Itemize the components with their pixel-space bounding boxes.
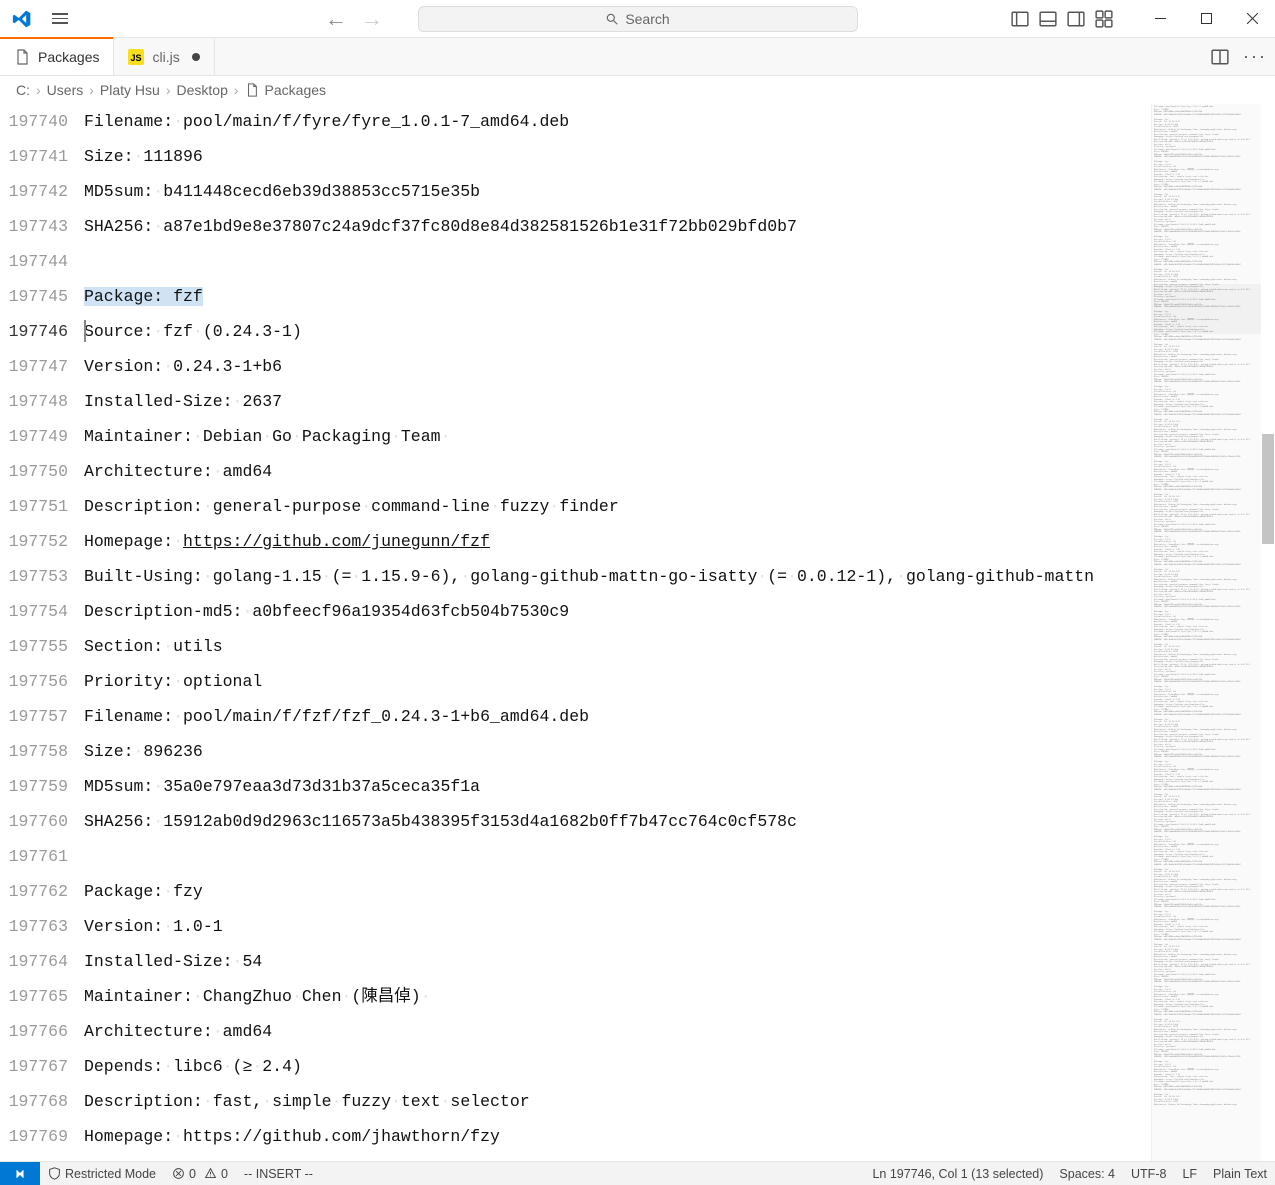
breadcrumb-separator: › <box>89 82 94 98</box>
code-line[interactable]: Section:·utils <box>84 629 1151 664</box>
code-line[interactable]: Built-Using:·golang-1.15·(=·1.15.9-6),·g… <box>84 559 1151 594</box>
vscode-logo-icon <box>12 9 32 29</box>
editor[interactable]: 1977401977411977421977431977441977451977… <box>0 104 1151 1161</box>
maximize-button[interactable] <box>1183 0 1229 38</box>
code-line[interactable]: Architecture:·amd64 <box>84 454 1151 489</box>
customize-layout-icon[interactable] <box>1095 10 1113 28</box>
restricted-mode[interactable]: Restricted Mode <box>40 1162 164 1185</box>
code-line[interactable]: Description:·general-purpose·command-lin… <box>84 489 1151 524</box>
close-button[interactable] <box>1229 0 1275 38</box>
tab-label: Packages <box>38 49 99 65</box>
toggle-sidebar-right-icon[interactable] <box>1067 10 1085 28</box>
breadcrumb-segment[interactable]: Packages <box>265 82 326 98</box>
tab-label: cli.js <box>152 49 179 65</box>
error-icon <box>172 1167 185 1180</box>
language-mode[interactable]: Plain Text <box>1205 1162 1275 1185</box>
code-line[interactable]: SHA256:·a87e1bd9e8e37807c24a9dcf37fc80d8… <box>84 209 1151 244</box>
search-icon <box>605 12 619 26</box>
svg-text:JS: JS <box>131 53 142 63</box>
error-count: 0 <box>189 1167 196 1181</box>
nav-back-button[interactable]: ← <box>325 6 347 32</box>
code-line[interactable]: MD5sum:·35a0e797eaa3d73d31b37a5ceca35f1a <box>84 769 1151 804</box>
code-line[interactable]: Package:·fzy <box>84 874 1151 909</box>
encoding[interactable]: UTF-8 <box>1123 1162 1174 1185</box>
breadcrumb-separator: › <box>36 82 41 98</box>
code-line[interactable]: Source:·fzf·(0.24.3-1) <box>84 314 1151 349</box>
code-line[interactable]: Depends:·libc6·(≥·2.4) <box>84 1049 1151 1084</box>
code-line[interactable]: Installed-Size:·2637 <box>84 384 1151 419</box>
code-line[interactable]: SHA256:·15912ab0d9d2963c116573a5b438395f… <box>84 804 1151 839</box>
breadcrumb-segment[interactable]: Platy Hsu <box>100 82 160 98</box>
breadcrumb-segment[interactable]: Users <box>47 82 84 98</box>
breadcrumb-separator: › <box>234 82 239 98</box>
breadcrumb-segment[interactable]: Desktop <box>177 82 228 98</box>
titlebar: ← → Search <box>0 0 1275 38</box>
file-icon <box>14 49 30 65</box>
tab-packages[interactable]: Packages <box>0 38 114 75</box>
code-line[interactable]: Maintainer:·ChangZhuo·Chen·(陳昌倬)· <box>84 979 1151 1014</box>
line-numbers: 1977401977411977421977431977441977451977… <box>0 104 84 1161</box>
problems-button[interactable]: 0 0 <box>164 1162 236 1185</box>
code-line[interactable] <box>84 839 1151 874</box>
indentation[interactable]: Spaces: 4 <box>1051 1162 1123 1185</box>
status-bar: Restricted Mode 0 0 -- INSERT -- Ln 1977… <box>0 1161 1275 1185</box>
minimap[interactable]: Filename: pool/main/f/fyre/fyre_1.0.1-7_… <box>1151 104 1261 1161</box>
code-line[interactable]: Homepage:·https://github.com/junegunn/fz… <box>84 524 1151 559</box>
scrollbar[interactable] <box>1261 104 1275 1161</box>
code-line[interactable]: Description-md5:·a0bfeecf96a19354d63fcb5… <box>84 594 1151 629</box>
code-line[interactable]: Architecture:·amd64 <box>84 1014 1151 1049</box>
editor-content[interactable]: Filename:·pool/main/f/fyre/fyre_1.0.1-7_… <box>84 104 1151 1161</box>
toggle-sidebar-left-icon[interactable] <box>1011 10 1029 28</box>
code-line[interactable]: Version:·1.0-1 <box>84 909 1151 944</box>
search-input[interactable]: Search <box>418 6 858 32</box>
js-file-icon: JS <box>128 49 144 65</box>
code-line[interactable]: Package:·fzf <box>84 279 1151 314</box>
code-line[interactable]: Size:·896236 <box>84 734 1151 769</box>
file-icon <box>245 83 259 97</box>
code-line[interactable]: Size:·111896 <box>84 139 1151 174</box>
code-line[interactable]: MD5sum:·b411448cecd6eb39d38853cc5715e35b <box>84 174 1151 209</box>
code-line[interactable]: Filename:·pool/main/f/fzf/fzf_0.24.3-1+b… <box>84 699 1151 734</box>
toggle-panel-icon[interactable] <box>1039 10 1057 28</box>
shield-icon <box>48 1167 61 1180</box>
menu-button[interactable] <box>52 13 68 24</box>
vim-mode: -- INSERT -- <box>236 1162 321 1185</box>
breadcrumb-segment[interactable]: C: <box>16 82 30 98</box>
warning-icon <box>204 1167 217 1180</box>
nav-forward-button[interactable]: → <box>361 6 383 32</box>
tab-cli-js[interactable]: JS cli.js <box>114 38 214 75</box>
more-actions-button[interactable]: ··· <box>1243 46 1267 67</box>
code-line[interactable]: Version:·0.24.3-1+b6 <box>84 349 1151 384</box>
breadcrumb-separator: › <box>166 82 171 98</box>
minimize-button[interactable] <box>1137 0 1183 38</box>
code-line[interactable] <box>84 244 1151 279</box>
remote-button[interactable] <box>0 1162 40 1185</box>
minimap-viewport[interactable] <box>1152 284 1261 334</box>
warning-count: 0 <box>221 1167 228 1181</box>
split-editor-icon[interactable] <box>1211 48 1229 66</box>
url-link[interactable]: https://github.com/junegunn/fzf <box>183 532 490 551</box>
restricted-label: Restricted Mode <box>65 1167 156 1181</box>
code-line[interactable]: Description:·fast,·simple·fuzzy·text·sel… <box>84 1084 1151 1119</box>
cursor-position[interactable]: Ln 197746, Col 1 (13 selected) <box>864 1162 1051 1185</box>
code-line[interactable]: Priority:·optional <box>84 664 1151 699</box>
search-placeholder: Search <box>625 11 669 27</box>
code-line[interactable]: Homepage:·https://github.com/jhawthorn/f… <box>84 1119 1151 1154</box>
tab-bar: Packages JS cli.js ··· <box>0 38 1275 76</box>
breadcrumb[interactable]: C: › Users › Platy Hsu › Desktop › Packages <box>0 76 1275 104</box>
eol[interactable]: LF <box>1174 1162 1205 1185</box>
code-line[interactable]: Installed-Size:·54 <box>84 944 1151 979</box>
scrollbar-thumb[interactable] <box>1262 434 1274 544</box>
code-line[interactable]: Filename:·pool/main/f/fyre/fyre_1.0.1-7_… <box>84 104 1151 139</box>
dirty-indicator <box>192 53 200 61</box>
code-line[interactable]: Maintainer:·Debian·Go·Packaging·Team· <box>84 419 1151 454</box>
